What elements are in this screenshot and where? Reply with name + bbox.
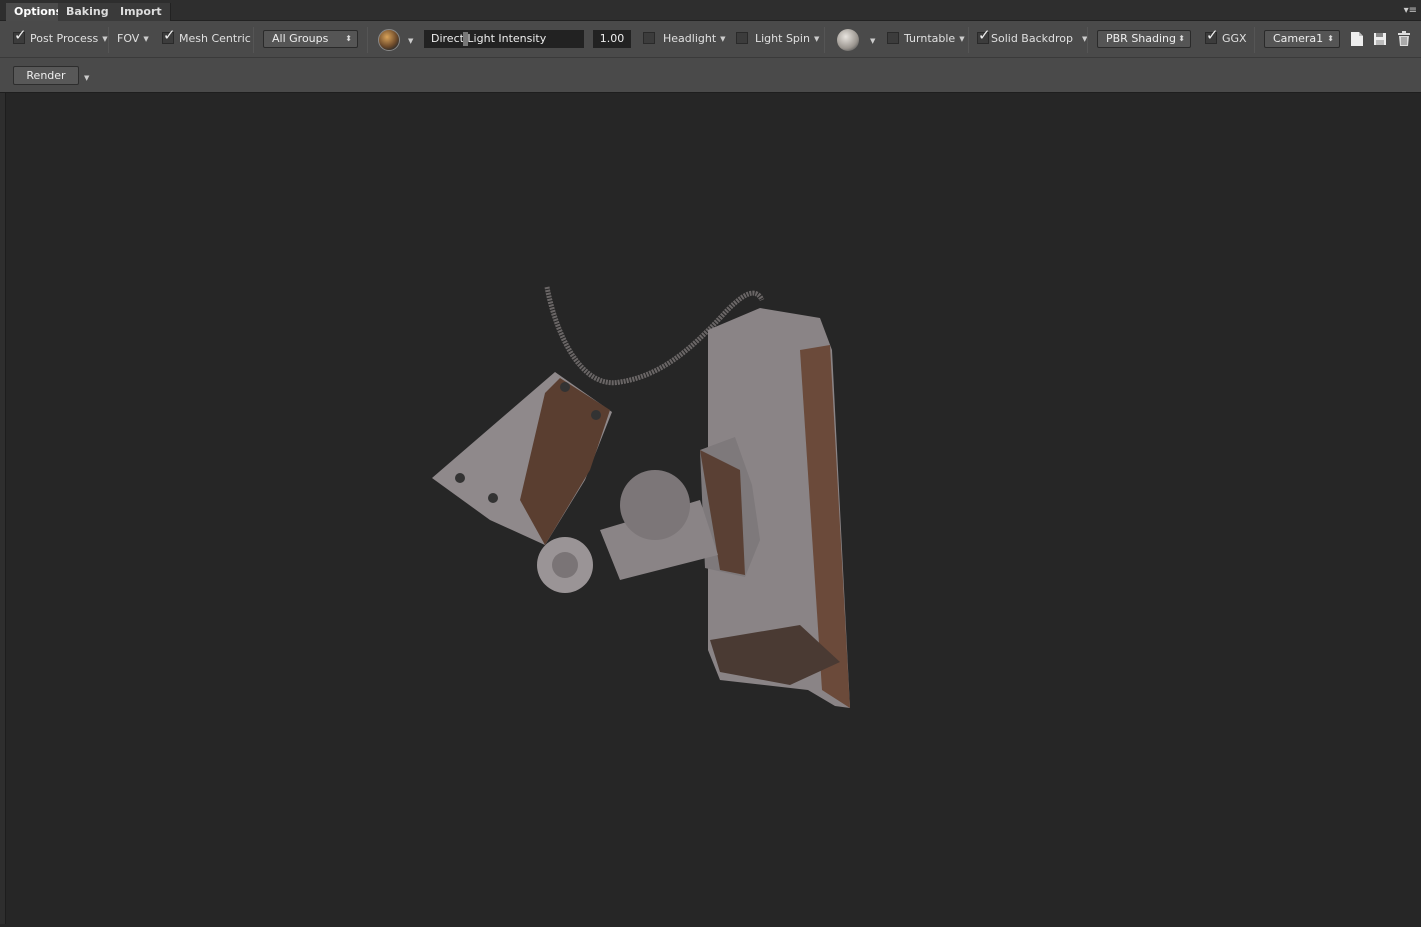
screw: [488, 493, 498, 503]
divider: [253, 27, 254, 53]
dropdown-arrow-icon[interactable]: ▼: [408, 34, 413, 48]
dropdown-arrow-icon[interactable]: ▼: [102, 35, 107, 43]
mesh-centric-toggle[interactable]: Mesh Centric: [162, 28, 251, 46]
checkbox-icon[interactable]: [1205, 28, 1219, 44]
left-panel-edge: [0, 93, 6, 924]
tab-import[interactable]: Import: [112, 3, 171, 21]
headlight-toggle[interactable]: Headlight ▼: [643, 32, 726, 46]
divider: [1254, 27, 1255, 53]
slider-handle[interactable]: [463, 32, 468, 46]
dropdown-arrow-icon[interactable]: ▼: [814, 35, 819, 43]
divider: [108, 27, 109, 53]
divider: [1087, 27, 1088, 53]
new-file-icon[interactable]: [1350, 31, 1364, 47]
shading-select-value: PBR Shading: [1106, 32, 1177, 45]
shading-select[interactable]: PBR Shading ⬍: [1097, 30, 1191, 48]
checkbox-icon[interactable]: [887, 32, 899, 44]
dropdown-arrow-icon[interactable]: ▼: [870, 34, 875, 48]
save-icon[interactable]: [1373, 31, 1387, 47]
divider: [968, 27, 969, 53]
panel-menu-icon[interactable]: ▾≡: [1404, 5, 1417, 16]
groups-select[interactable]: All Groups ⬍: [263, 30, 358, 48]
dropdown-arrow-icon: ▼: [143, 35, 149, 43]
checkbox-icon[interactable]: [977, 28, 991, 44]
render-toolbar: Render ▼: [0, 58, 1421, 93]
dropdown-arrow-icon[interactable]: ▼: [720, 35, 725, 43]
solid-backdrop-toggle[interactable]: Solid Backdrop▼: [977, 28, 1087, 46]
divider: [367, 27, 368, 53]
updown-icon: ⬍: [345, 34, 352, 43]
post-process-toggle[interactable]: Post Process▼: [13, 28, 108, 46]
render-button[interactable]: Render: [13, 66, 79, 85]
light-spin-toggle[interactable]: Light Spin ▼: [736, 32, 819, 46]
render-dropdown-arrow-icon[interactable]: ▼: [84, 71, 89, 85]
light-spin-label: Light Spin: [755, 32, 810, 45]
camera-pivot-bolt: [552, 552, 578, 578]
turntable-toggle[interactable]: Turntable ▼: [887, 32, 965, 46]
3d-viewport[interactable]: [0, 93, 1421, 924]
divider: [824, 27, 825, 53]
checkbox-icon[interactable]: [736, 32, 748, 44]
groups-select-value: All Groups: [272, 32, 329, 45]
ggx-label: GGX: [1222, 32, 1247, 45]
delete-icon[interactable]: [1397, 31, 1411, 47]
updown-icon: ⬍: [1327, 34, 1334, 43]
tab-bar: Options Baking Import ▾≡: [0, 0, 1421, 21]
camera-select[interactable]: Camera1 ⬍: [1264, 30, 1340, 48]
screw: [560, 382, 570, 392]
updown-icon: ⬍: [1178, 34, 1185, 43]
fov-label: FOV: [117, 32, 140, 45]
light-intensity-value[interactable]: 1.00: [593, 30, 631, 48]
checkbox-icon[interactable]: [162, 28, 176, 44]
viewport-toolbar: Post Process▼ FOV▼ Mesh Centric All Grou…: [0, 21, 1421, 58]
security-camera-model: [432, 286, 850, 708]
turntable-label: Turntable: [904, 32, 956, 45]
direct-light-intensity-slider[interactable]: Direct Light Intensity: [424, 30, 584, 48]
tab-baking[interactable]: Baking: [58, 3, 118, 21]
arm-pivot: [620, 470, 690, 540]
environment-sphere-icon[interactable]: [378, 29, 400, 51]
material-ball-icon[interactable]: [837, 29, 859, 51]
dropdown-arrow-icon[interactable]: ▼: [959, 35, 964, 43]
solid-backdrop-label: Solid Backdrop: [991, 32, 1073, 45]
camera-select-value: Camera1: [1273, 32, 1324, 45]
mesh-centric-label: Mesh Centric: [179, 32, 251, 45]
post-process-label: Post Process: [30, 32, 99, 45]
checkbox-icon[interactable]: [643, 32, 655, 44]
headlight-label: Headlight: [663, 32, 717, 45]
fov-dropdown[interactable]: FOV ▼: [117, 32, 149, 46]
slider-label: Direct Light Intensity: [431, 32, 547, 45]
ggx-toggle[interactable]: GGX: [1205, 28, 1247, 46]
screw: [591, 410, 601, 420]
screw: [455, 473, 465, 483]
checkbox-icon[interactable]: [13, 28, 27, 44]
